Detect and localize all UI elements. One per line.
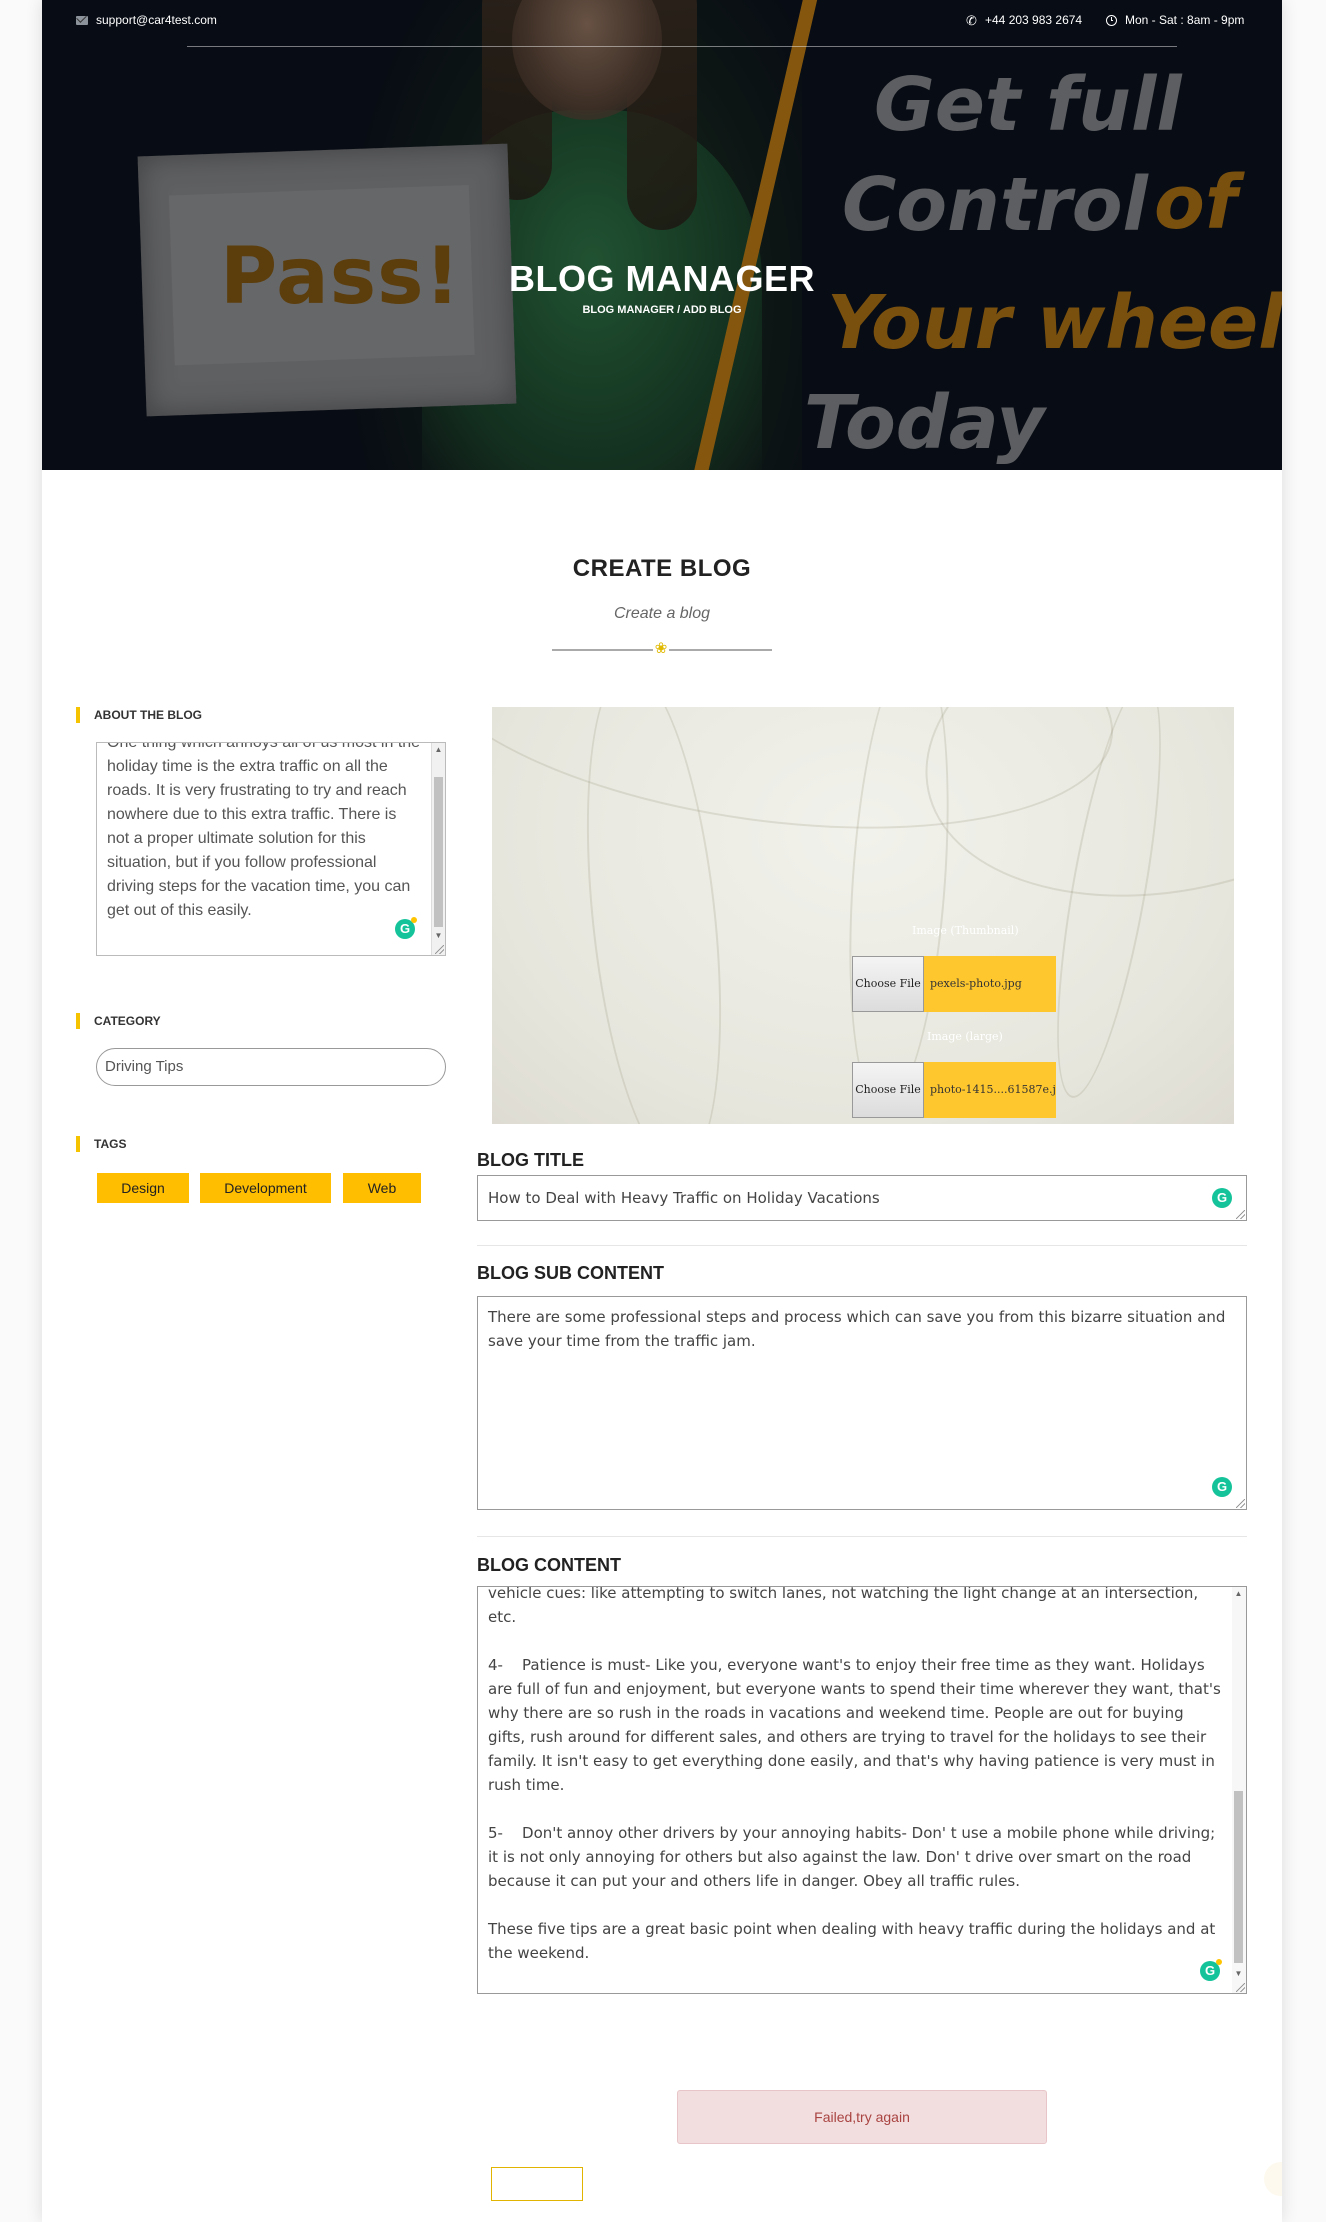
tag-web[interactable]: Web [343, 1173, 421, 1203]
page: Pass! Get full Control of Your wheels To… [42, 0, 1282, 2222]
resize-grip-icon[interactable] [1236, 1499, 1245, 1508]
large-file-input[interactable]: Choose File photo-1415....61587e.jpg [852, 1062, 1056, 1118]
scroll-thumb[interactable] [1234, 1791, 1243, 1963]
back-to-top-button[interactable] [1264, 2162, 1282, 2196]
breadcrumb: BLOG MANAGER / ADD BLOG [582, 304, 742, 316]
blog-content-textarea[interactable]: vehicle cues: like attempting to switch … [477, 1586, 1247, 1994]
grammarly-glyph: G [399, 921, 411, 936]
hero-banner: Pass! Get full Control of Your wheels To… [42, 0, 1282, 470]
blog-sub-content-label: BLOG SUB CONTENT [477, 1263, 664, 1283]
email-text: support@car4test.com [96, 13, 217, 27]
submit-button[interactable] [491, 2167, 583, 2201]
top-phone[interactable]: ✆ +44 203 983 2674 [966, 13, 1082, 27]
error-alert: Failed,try again [677, 2090, 1047, 2144]
tag-development[interactable]: Development [200, 1173, 331, 1203]
top-bar: support@car4test.com ✆ +44 203 983 2674 … [42, 0, 1282, 44]
about-textarea[interactable]: One thing which annoys all of us most in… [96, 742, 446, 956]
grammarly-glyph: G [1204, 1963, 1216, 1978]
grammarly-icon[interactable]: G [1212, 1188, 1232, 1208]
smoke [895, 707, 1234, 941]
phone-icon: ✆ [966, 12, 977, 28]
about-label: ABOUT THE BLOG [76, 707, 202, 723]
choose-thumbnail-button[interactable]: Choose File [852, 956, 924, 1012]
top-divider [187, 46, 1177, 47]
resize-grip-icon[interactable] [435, 945, 444, 954]
grammarly-icon[interactable]: G [1200, 1959, 1222, 1981]
blog-content-label: BLOG CONTENT [477, 1555, 621, 1575]
thumbnail-file-name: pexels-photo.jpg [924, 956, 1056, 1012]
hours-text: Mon - Sat : 8am - 9pm [1125, 13, 1245, 27]
scroll-up-icon[interactable]: ▲ [1232, 1587, 1245, 1601]
tag-design[interactable]: Design [97, 1173, 189, 1203]
grammarly-glyph: G [1216, 1479, 1228, 1494]
category-label: CATEGORY [76, 1013, 161, 1029]
page-title: BLOG MANAGER [509, 258, 815, 299]
scroll-down-icon[interactable]: ▼ [1232, 1967, 1245, 1981]
field-separator [477, 1536, 1247, 1537]
thumbnail-file-input[interactable]: Choose File pexels-photo.jpg [852, 956, 1056, 1012]
grammarly-dot [411, 917, 417, 923]
blog-content-value: vehicle cues: like attempting to switch … [488, 1586, 1221, 1962]
section-title: CREATE BLOG [572, 555, 752, 582]
grammarly-glyph: G [1216, 1190, 1228, 1205]
scroll-thumb[interactable] [434, 777, 443, 927]
tags-label: TAGS [76, 1136, 126, 1152]
blog-sub-content-textarea[interactable]: There are some professional steps and pr… [477, 1296, 1247, 1510]
image-upload-panel: Image (Thumbnail) Choose File pexels-pho… [492, 707, 1234, 1124]
section-subtitle: Create a blog [613, 605, 711, 622]
blog-sub-content-value: There are some professional steps and pr… [488, 1308, 1226, 1350]
resize-grip-icon[interactable] [1236, 1983, 1245, 1992]
grammarly-dot [1216, 1959, 1222, 1965]
about-text: One thing which annoys all of us most in… [107, 742, 421, 919]
top-email[interactable]: support@car4test.com [76, 13, 217, 27]
thumbnail-label: Image (Thumbnail) [912, 924, 1019, 937]
blog-title-label: BLOG TITLE [477, 1150, 584, 1170]
grammarly-icon[interactable]: G [1212, 1477, 1232, 1497]
resize-grip-icon[interactable] [1236, 1210, 1245, 1219]
large-image-label: Image (large) [927, 1030, 1003, 1043]
mail-icon [76, 15, 88, 25]
scroll-up-icon[interactable]: ▲ [432, 743, 445, 757]
about-scrollbar[interactable]: ▲ ▼ [431, 743, 445, 955]
phone-text: +44 203 983 2674 [985, 13, 1083, 27]
field-separator [477, 1245, 1247, 1246]
clock-icon [1106, 14, 1117, 26]
choose-large-button[interactable]: Choose File [852, 1062, 924, 1118]
content-scrollbar[interactable]: ▲ ▼ [1232, 1587, 1246, 1993]
large-file-name: photo-1415....61587e.jpg [924, 1062, 1056, 1118]
blog-title-input[interactable]: How to Deal with Heavy Traffic on Holida… [477, 1175, 1247, 1221]
hero-overlay [42, 0, 1282, 470]
divider-ornament-icon: ❀ [653, 640, 669, 657]
category-input[interactable]: Driving Tips [96, 1048, 446, 1086]
grammarly-icon[interactable]: G [395, 917, 417, 939]
scroll-down-icon[interactable]: ▼ [432, 929, 445, 943]
top-hours: Mon - Sat : 8am - 9pm [1106, 13, 1244, 27]
blog-title-value: How to Deal with Heavy Traffic on Holida… [488, 1189, 880, 1207]
